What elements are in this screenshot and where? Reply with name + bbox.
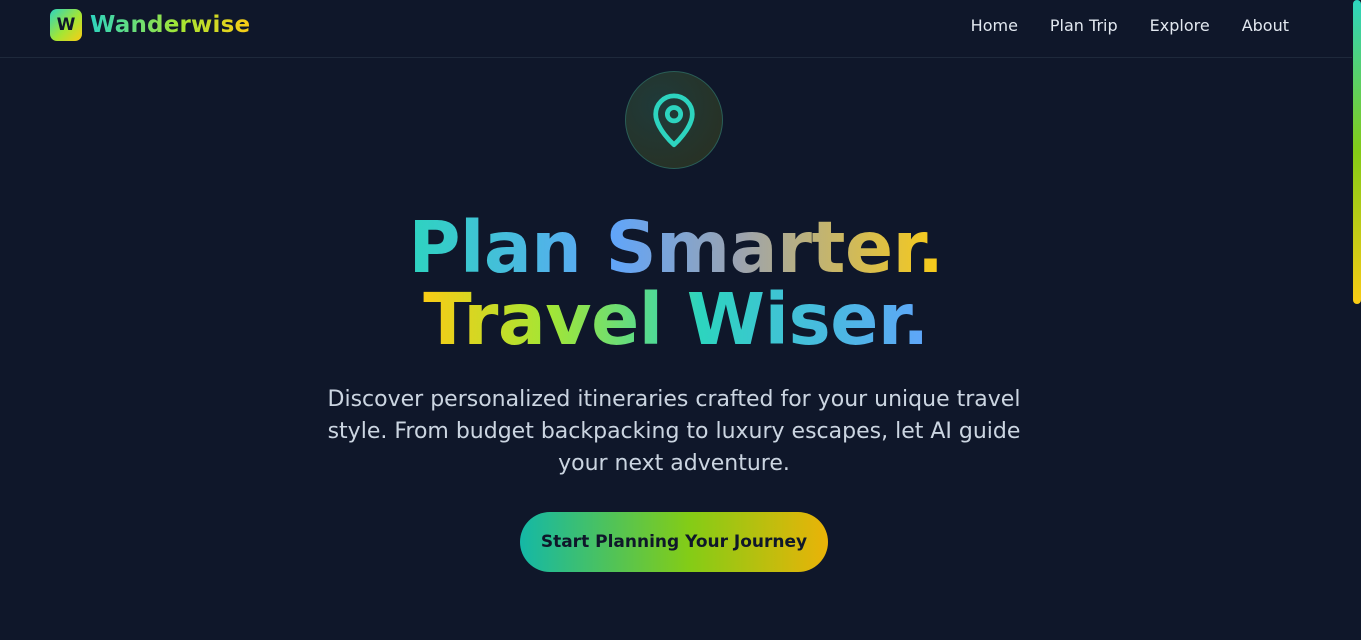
hero-subtext: Discover personalized itineraries crafte… (327, 387, 1021, 476)
hero-headline: Plan Smarter. Travel Wiser. (0, 212, 1352, 356)
map-pin-badge (625, 71, 723, 169)
nav-links: Home Plan Trip Explore About (971, 16, 1289, 35)
start-planning-button[interactable]: Start Planning Your Journey (520, 512, 828, 572)
headline-line-2: Travel Wiser. (423, 278, 929, 361)
headline-line-1: Plan Smarter. (408, 206, 944, 289)
nav-link-home[interactable]: Home (971, 16, 1018, 35)
brand-logo: W (50, 9, 82, 41)
map-pin-icon (653, 93, 695, 148)
nav-link-about[interactable]: About (1242, 16, 1289, 35)
brand-name: Wanderwise (90, 12, 251, 38)
brand-logo-letter: W (56, 15, 76, 35)
brand-home-link[interactable]: W Wanderwise (50, 9, 250, 41)
scrollbar-thumb[interactable] (1353, 0, 1361, 304)
nav-link-plan-trip[interactable]: Plan Trip (1050, 16, 1118, 35)
top-navbar: W Wanderwise Home Plan Trip Explore Abou… (0, 0, 1352, 58)
page-scrollbar[interactable] (1352, 0, 1361, 640)
nav-link-explore[interactable]: Explore (1150, 16, 1210, 35)
